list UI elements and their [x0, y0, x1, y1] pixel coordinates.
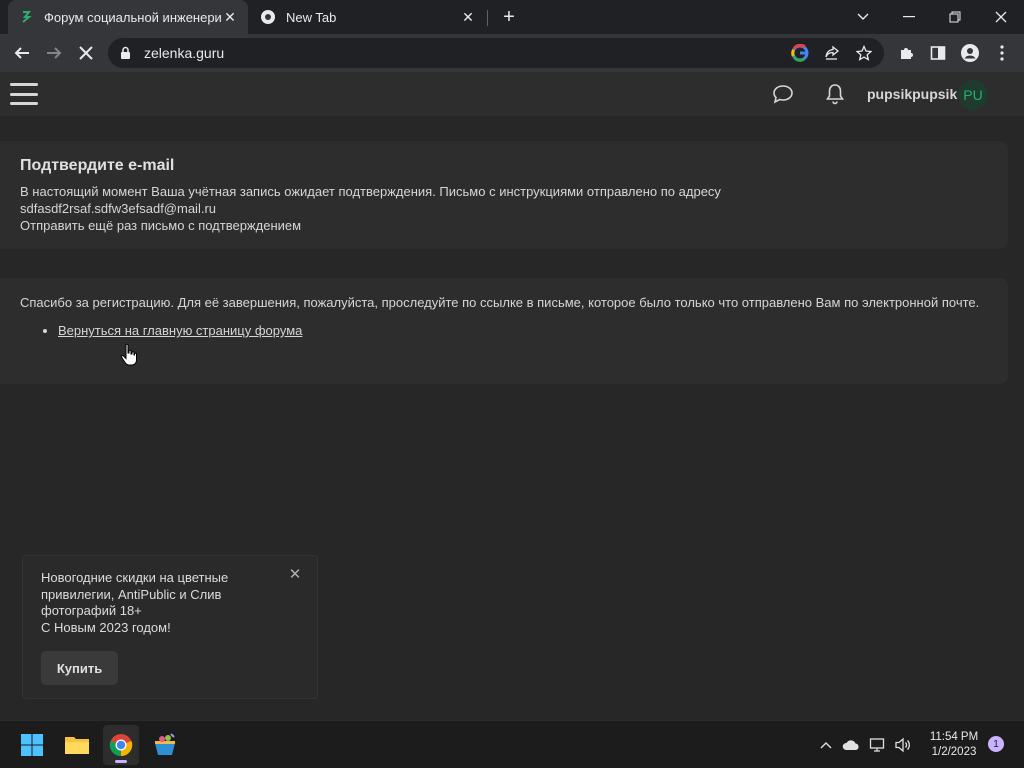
username-link[interactable]: pupsikpupsik — [867, 86, 957, 102]
confirm-email-block: Подтвердите e-mail В настоящий момент Ва… — [0, 141, 1008, 249]
tab-forum[interactable]: Форум социальной инженерии ✕ — [8, 0, 248, 34]
site-header: pupsikpupsik — [0, 72, 1024, 116]
tab-title: Форум социальной инженерии — [44, 9, 222, 25]
stop-loading-icon[interactable] — [72, 39, 100, 67]
file-explorer-icon[interactable] — [59, 725, 95, 765]
address-bar[interactable]: zelenka.guru — [108, 38, 884, 68]
notifications-bell-icon[interactable] — [823, 82, 847, 106]
lock-icon[interactable] — [120, 46, 134, 60]
clock-time: 11:54 PM — [929, 731, 979, 743]
promo-text: Новогодние скидки на цветные привилегии,… — [41, 570, 229, 618]
avatar[interactable]: PU — [958, 80, 988, 110]
window-close-icon[interactable] — [978, 0, 1024, 34]
chrome-favicon-icon — [260, 9, 276, 25]
tab-close-icon[interactable]: ✕ — [460, 9, 476, 25]
side-panel-icon[interactable] — [924, 39, 952, 67]
promo-popup: Новогодние скидки на цветные привилегии,… — [22, 555, 318, 699]
minimize-icon[interactable] — [886, 0, 932, 34]
taskbar-clock[interactable]: 11:54 PM 1/2/2023 — [928, 730, 980, 760]
page-title: Подтвердите e-mail — [20, 157, 175, 174]
notification-badge[interactable]: 1 — [988, 736, 1004, 752]
tab-separator — [487, 10, 488, 26]
url-text[interactable]: zelenka.guru — [144, 45, 788, 61]
tray-chevron-up-icon[interactable] — [816, 735, 836, 755]
share-icon[interactable] — [820, 41, 844, 65]
tab-title: New Tab — [286, 9, 337, 25]
registration-thanks-block: Спасибо за регистрацию. Для её завершени… — [0, 278, 1008, 384]
list-item: Вернуться на главную страницу форума — [58, 323, 988, 338]
windows-start-icon[interactable] — [14, 725, 50, 765]
app-basket-icon[interactable] — [147, 725, 183, 765]
close-icon[interactable]: ✕ — [287, 566, 303, 583]
tab-new-tab[interactable]: New Tab ✕ — [250, 0, 486, 34]
browser-menu-icon[interactable] — [988, 39, 1016, 67]
volume-icon[interactable] — [893, 735, 913, 755]
confirm-email-address: sdfasdf2rsaf.sdfw3efsadf@mail.ru — [20, 201, 217, 216]
restore-icon[interactable] — [932, 0, 978, 34]
back-to-forum-link[interactable]: Вернуться на главную страницу форума — [58, 323, 302, 338]
forum-favicon-icon — [18, 9, 34, 25]
hand-cursor-icon — [120, 343, 138, 367]
profile-icon[interactable] — [956, 39, 984, 67]
tab-close-icon[interactable]: ✕ — [222, 9, 238, 25]
google-lens-icon[interactable] — [788, 41, 812, 65]
chrome-taskbar-icon[interactable] — [103, 725, 139, 765]
resend-confirmation-link[interactable]: Отправить ещё раз письмо с подтверждение… — [20, 217, 988, 234]
links-list: Вернуться на главную страницу форума — [58, 323, 988, 338]
hamburger-menu-icon[interactable] — [10, 81, 38, 107]
onedrive-cloud-icon[interactable] — [841, 735, 861, 755]
windows-taskbar: 11:54 PM 1/2/2023 — [0, 720, 1024, 768]
forward-arrow-icon[interactable] — [40, 39, 68, 67]
conversations-icon[interactable] — [771, 82, 795, 106]
browser-tab-strip: Форум социальной инженерии ✕ New Tab ✕ + — [0, 0, 1024, 34]
promo-greeting: С Новым 2023 годом! — [41, 619, 171, 635]
tab-search-chevron-icon[interactable] — [840, 0, 886, 34]
network-icon[interactable] — [868, 735, 888, 755]
thanks-text: Спасибо за регистрацию. Для её завершени… — [20, 295, 980, 310]
confirm-text: В настоящий момент Ваша учётная запись о… — [20, 184, 721, 199]
new-tab-plus-icon[interactable]: + — [497, 5, 521, 29]
extensions-puzzle-icon[interactable] — [892, 39, 920, 67]
back-arrow-icon[interactable] — [8, 39, 36, 67]
browser-toolbar: zelenka.guru — [0, 34, 1024, 72]
buy-button[interactable]: Купить — [41, 651, 118, 685]
active-app-indicator — [115, 760, 127, 763]
bookmark-star-icon[interactable] — [852, 41, 876, 65]
clock-date: 1/2/2023 — [931, 746, 977, 758]
